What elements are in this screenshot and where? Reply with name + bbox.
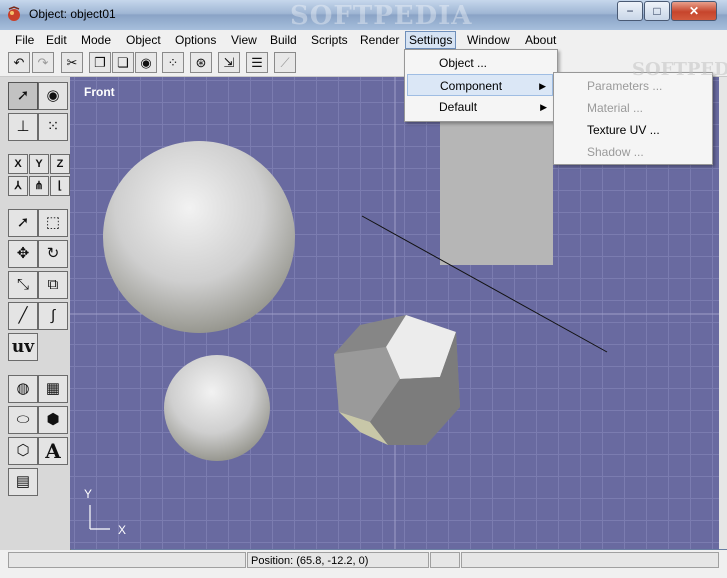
- menu-options[interactable]: Options: [172, 32, 219, 48]
- polyhedron-icon[interactable]: ⬢: [38, 406, 68, 434]
- rotate-icon[interactable]: ↻: [38, 240, 68, 268]
- menu-item-shadow[interactable]: Shadow ...: [556, 141, 708, 163]
- settings-menu: Object ... Component ▶ Default ▶: [404, 49, 558, 122]
- minimize-button[interactable]: −: [617, 1, 643, 21]
- sphere-small: [164, 355, 270, 461]
- paste-icon[interactable]: ❏: [112, 52, 134, 73]
- menu-bar: File Edit Mode Object Options View Build…: [0, 30, 727, 50]
- menu-build[interactable]: Build: [267, 32, 300, 48]
- window-title: Object: object01: [29, 7, 116, 21]
- list-icon[interactable]: ☰: [246, 52, 268, 73]
- menu-edit[interactable]: Edit: [43, 32, 70, 48]
- menu-about[interactable]: About: [522, 32, 559, 48]
- line-icon[interactable]: ╱: [8, 302, 38, 330]
- status-bar: Position: (65.8, -12.2, 0): [0, 550, 727, 578]
- pointer-icon[interactable]: ➚: [8, 82, 38, 110]
- submenu-arrow-icon: ▶: [539, 81, 546, 91]
- z-axis-button[interactable]: Z: [50, 154, 70, 174]
- menu-item-default[interactable]: Default ▶: [407, 96, 553, 118]
- menu-scripts[interactable]: Scripts: [308, 32, 351, 48]
- tool-palette: ➚ ◉ ⊥ ⁙ X Y Z ⅄ ⋔ ⌊ ➚ ⬚ ✥ ↻ ⤡ ⧉ ╱ ∫ uv ◍…: [0, 77, 71, 550]
- axis-gizmo: [89, 505, 110, 530]
- submenu-arrow-icon: ▶: [540, 102, 547, 112]
- scale-icon[interactable]: ⤡: [8, 271, 38, 299]
- menu-mode[interactable]: Mode: [78, 32, 114, 48]
- text-tool-button[interactable]: A: [38, 437, 68, 465]
- close-button[interactable]: ✕: [671, 1, 717, 21]
- rect-select-icon[interactable]: ⬚: [38, 209, 68, 237]
- move-icon[interactable]: ✥: [8, 240, 38, 268]
- menu-item-parameters[interactable]: Parameters ...: [556, 75, 708, 97]
- grid-icon[interactable]: ▤: [8, 468, 38, 496]
- plane-object: [440, 117, 553, 265]
- status-position: Position: (65.8, -12.2, 0): [247, 552, 429, 568]
- menu-object[interactable]: Object: [123, 32, 164, 48]
- y-axis-button[interactable]: Y: [29, 154, 49, 174]
- status-cell-left: [8, 552, 246, 568]
- status-cell-mid: [430, 552, 460, 568]
- title-bar: Object: object01 SOFTPEDIA − □ ✕: [0, 0, 727, 31]
- cylinder-icon[interactable]: ⬭: [8, 406, 38, 434]
- menu-window[interactable]: Window: [464, 32, 513, 48]
- app-icon: [6, 6, 22, 22]
- dodecahedron: [334, 315, 460, 445]
- component-submenu: SOFTPEDIA Parameters ... Material ... Te…: [553, 59, 727, 165]
- status-cell-right: [461, 552, 719, 568]
- redo-icon[interactable]: ↷: [32, 52, 54, 73]
- points-icon[interactable]: ⁙: [38, 113, 68, 141]
- edges-icon[interactable]: ⊛: [190, 52, 212, 73]
- axis-corner-icon[interactable]: ⌊: [50, 176, 70, 196]
- cut-icon[interactable]: ✂: [61, 52, 83, 73]
- x-axis-button[interactable]: X: [8, 154, 28, 174]
- uv-button[interactable]: uv: [8, 333, 38, 361]
- snap-icon[interactable]: ⇲: [218, 52, 240, 73]
- menu-settings[interactable]: Settings: [405, 31, 457, 49]
- graph-icon[interactable]: ⟋: [274, 52, 296, 73]
- undo-icon[interactable]: ↶: [8, 52, 30, 73]
- hexagon-icon[interactable]: ⬡: [8, 437, 38, 465]
- menu-item-texture-uv[interactable]: Texture UV ...: [556, 119, 708, 141]
- sphere-icon[interactable]: ◍: [8, 375, 38, 403]
- axis-y-label: Y: [84, 487, 93, 501]
- sphere-large: [103, 141, 295, 333]
- eye-icon[interactable]: ◉: [38, 82, 68, 110]
- menu-item-component[interactable]: Component ▶: [407, 74, 553, 96]
- axis-x-label: X: [118, 523, 127, 537]
- select-all-icon[interactable]: ◉: [135, 52, 157, 73]
- vertices-icon[interactable]: ⁘: [162, 52, 184, 73]
- axis-xy-icon[interactable]: ⅄: [8, 176, 28, 196]
- curve-icon[interactable]: ∫: [38, 302, 68, 330]
- vertical-scrollbar[interactable]: [719, 77, 727, 549]
- axis-xyz-icon[interactable]: ⋔: [29, 176, 49, 196]
- select-arrow-icon[interactable]: ➚: [8, 209, 38, 237]
- copy-icon[interactable]: ❐: [89, 52, 111, 73]
- shear-icon[interactable]: ⧉: [38, 271, 68, 299]
- axes-icon[interactable]: ⊥: [8, 113, 38, 141]
- menu-item-object[interactable]: Object ...: [407, 52, 553, 74]
- maximize-button[interactable]: □: [644, 1, 670, 21]
- watermark: SOFTPEDIA: [290, 1, 473, 31]
- menu-item-material[interactable]: Material ...: [556, 97, 708, 119]
- cube-icon[interactable]: ▦: [38, 375, 68, 403]
- menu-file[interactable]: File: [12, 32, 37, 48]
- menu-render[interactable]: Render: [357, 32, 402, 48]
- menu-view[interactable]: View: [228, 32, 260, 48]
